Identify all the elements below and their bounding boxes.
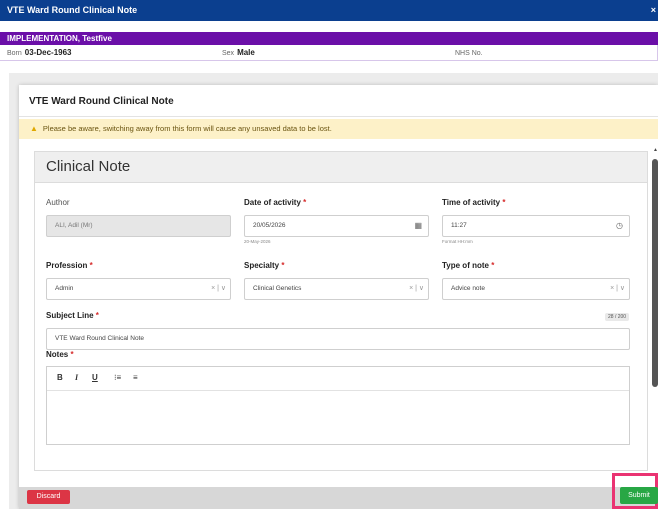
subject-value: VTE Ward Round Clinical Note	[55, 335, 144, 342]
time-label-text: Time of activity	[442, 198, 501, 207]
required-marker: *	[89, 261, 93, 270]
unsaved-data-alert: ▲ Please be aware, switching away from th…	[19, 119, 658, 139]
profession-label: Profession *	[46, 261, 93, 270]
alert-text: Please be aware, switching away from thi…	[42, 124, 332, 133]
required-marker: *	[281, 261, 285, 270]
nhs-group: NHS No.	[455, 45, 486, 62]
author-label: Author	[46, 198, 70, 207]
time-value: 11:27	[451, 222, 467, 229]
time-label: Time of activity *	[442, 198, 505, 207]
required-marker: *	[70, 350, 74, 359]
bullet-list-icon[interactable]: ≡	[133, 373, 138, 382]
sex-label: Sex	[222, 50, 235, 57]
required-marker: *	[491, 261, 495, 270]
subject-line-input[interactable]: VTE Ward Round Clinical Note	[46, 328, 630, 350]
profession-value: Admin	[55, 285, 74, 292]
clinical-note-card: Clinical Note Author ALI, Adil (Mr) Date…	[34, 151, 648, 471]
divider	[19, 116, 658, 117]
born-label: Born	[7, 50, 22, 57]
subject-label: Subject Line *	[46, 311, 99, 320]
time-hint: Format HH:mm	[442, 239, 473, 244]
card-header: Clinical Note	[35, 152, 647, 183]
calendar-icon[interactable]: ▦	[414, 216, 422, 236]
subject-label-text: Subject Line	[46, 311, 94, 320]
notes-rich-text-editor[interactable]: B I U ⁝≡ ≡	[46, 366, 630, 445]
date-of-activity-input[interactable]: 20/05/2026 ▦	[244, 215, 429, 237]
born-group: Born 03-Dec-1963	[7, 45, 72, 62]
profession-select[interactable]: Admin × | ∨	[46, 278, 231, 300]
window-title-bar: VTE Ward Round Clinical Note ×	[0, 0, 658, 21]
sex-group: Sex Male	[222, 45, 255, 62]
note-type-value: Advice note	[451, 285, 485, 292]
patient-name: IMPLEMENTATION, Testfive	[7, 34, 112, 43]
submit-button[interactable]: Submit	[620, 487, 658, 504]
card-title: Clinical Note	[46, 158, 131, 175]
required-marker: *	[303, 198, 307, 207]
specialty-select[interactable]: Clinical Genetics × | ∨	[244, 278, 429, 300]
specialty-label: Specialty *	[244, 261, 285, 270]
underline-button[interactable]: U	[92, 373, 98, 382]
close-icon[interactable]: ×	[651, 0, 656, 21]
profession-label-text: Profession	[46, 261, 88, 270]
notes-label: Notes *	[46, 350, 74, 359]
author-field: ALI, Adil (Mr)	[46, 215, 231, 237]
time-of-activity-input[interactable]: 11:27 ◷	[442, 215, 630, 237]
patient-name-banner: IMPLEMENTATION, Testfive	[0, 32, 658, 45]
bold-button[interactable]: B	[57, 373, 63, 382]
clinical-note-dialog: VTE Ward Round Clinical Note ▲ Please be …	[19, 85, 658, 509]
nhs-label: NHS No.	[455, 50, 483, 57]
dialog-footer	[19, 487, 658, 509]
patient-demographics: Born 03-Dec-1963 Sex Male NHS No.	[0, 45, 658, 61]
editor-toolbar: B I U ⁝≡ ≡	[47, 367, 629, 391]
italic-button[interactable]: I	[75, 373, 78, 382]
specialty-value: Clinical Genetics	[253, 285, 302, 292]
ordered-list-icon[interactable]: ⁝≡	[114, 373, 121, 382]
note-type-label: Type of note *	[442, 261, 494, 270]
born-value: 03-Dec-1963	[24, 48, 72, 57]
specialty-label-text: Specialty	[244, 261, 280, 270]
clear-and-chevron-down-icon[interactable]: × | ∨	[409, 279, 424, 299]
warning-icon: ▲	[30, 124, 38, 133]
type-of-note-select[interactable]: Advice note × | ∨	[442, 278, 630, 300]
clear-and-chevron-down-icon[interactable]: × | ∨	[610, 279, 625, 299]
note-type-label-text: Type of note	[442, 261, 489, 270]
dialog-title: VTE Ward Round Clinical Note	[29, 96, 174, 107]
window-title: VTE Ward Round Clinical Note	[7, 5, 138, 15]
date-label: Date of activity *	[244, 198, 306, 207]
notes-label-text: Notes	[46, 350, 69, 359]
scrollbar-thumb[interactable]	[652, 159, 658, 387]
character-counter: 28 / 200	[605, 313, 630, 321]
date-value: 20/05/2026	[253, 222, 286, 229]
clear-and-chevron-down-icon[interactable]: × | ∨	[211, 279, 226, 299]
sex-value: Male	[237, 48, 255, 57]
date-hint: 20-May-2026	[244, 239, 271, 244]
required-marker: *	[95, 311, 99, 320]
author-value: ALI, Adil (Mr)	[55, 222, 93, 229]
scroll-up-arrow-icon[interactable]: ▲	[653, 147, 658, 153]
clock-icon[interactable]: ◷	[616, 216, 623, 236]
date-label-text: Date of activity	[244, 198, 301, 207]
required-marker: *	[502, 198, 506, 207]
discard-button[interactable]: Discard	[27, 490, 70, 504]
